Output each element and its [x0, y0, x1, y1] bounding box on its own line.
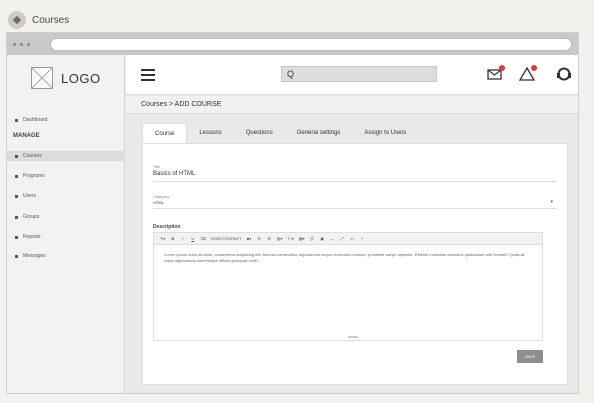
sidebar-item-messages[interactable]: Messages [15, 251, 46, 261]
tab-questions[interactable]: Questions [234, 123, 285, 143]
alert-icon[interactable] [518, 65, 537, 81]
tab-course[interactable]: Course [142, 123, 188, 143]
window-caption: Courses [8, 10, 69, 30]
table-icon[interactable]: ▦▾ [299, 235, 305, 242]
sidebar-item-programs[interactable]: Programs [15, 171, 45, 181]
sidebar-section-manage: MANAGE [13, 133, 40, 139]
category-field-underline [153, 208, 557, 209]
browser-window: LOGO Dashboard MANAGE Courses Programs U… [6, 32, 579, 394]
sidebar-item-courses[interactable]: Courses [7, 151, 125, 161]
sidebar: LOGO Dashboard MANAGE Courses Programs U… [7, 55, 125, 393]
title-field-label: Title [153, 164, 161, 169]
bold-icon[interactable]: B [170, 235, 175, 242]
magic-wand-icon[interactable]: ✎▾ [160, 235, 165, 242]
eraser-icon[interactable]: ⌫ [200, 235, 206, 242]
sidebar-item-reports[interactable]: Reports [15, 232, 41, 242]
italic-icon[interactable]: I [180, 235, 185, 242]
editor-resize-handle[interactable] [348, 336, 358, 338]
bullet-icon [15, 154, 18, 158]
text-height-icon[interactable]: T↕▾ [287, 235, 293, 242]
category-select[interactable]: HTML [153, 200, 164, 205]
tab-bar: Course Lessons Questions General setting… [142, 123, 418, 143]
unordered-list-icon[interactable]: ☰ [257, 235, 262, 242]
title-field-underline [153, 181, 557, 182]
menu-icon[interactable] [141, 69, 155, 84]
chevron-down-icon[interactable]: ▾ [550, 199, 553, 205]
address-bar[interactable] [50, 37, 572, 51]
image-icon[interactable]: ▣ [320, 235, 325, 242]
tab-assign-to-users[interactable]: Assign to Users [352, 123, 418, 143]
mail-icon[interactable] [487, 65, 505, 81]
editor-body-text[interactable]: Lorem ipsum dolor sit amet, consectetur … [154, 245, 542, 271]
help-icon[interactable]: ? [360, 235, 365, 242]
horizontal-rule-icon[interactable]: — [330, 235, 335, 242]
breadcrumb[interactable]: Courses > ADD COURSE [141, 101, 221, 108]
course-form-panel: Title Basics of HTML Category HTML ▾ Des… [142, 143, 568, 385]
save-button[interactable]: SAVE [517, 350, 543, 363]
bullet-icon [15, 118, 18, 122]
code-view-icon[interactable]: <> [350, 235, 355, 242]
sidebar-item-dashboard[interactable]: Dashboard [15, 115, 47, 125]
sidebar-item-groups[interactable]: Groups [15, 212, 39, 222]
description-label: Description [153, 224, 181, 230]
search-icon: Q [287, 69, 295, 79]
tab-lessons[interactable]: Lessons [187, 123, 233, 143]
editor-toolbar: ✎▾ B I U ⌫ ROBOTODRAFT ■▾ ☰ ☰ ▤▾ T↕▾ ▦▾ … [154, 233, 542, 245]
top-header: Q [126, 55, 578, 95]
font-family-select[interactable]: ROBOTODRAFT [211, 235, 242, 242]
bullet-icon [15, 194, 18, 198]
bullet-icon [15, 174, 18, 178]
mail-notification-badge [499, 65, 505, 71]
bullet-icon [15, 254, 18, 258]
user-profile-icon[interactable] [556, 67, 572, 81]
alert-notification-badge [531, 65, 537, 71]
logo-placeholder-icon [31, 67, 53, 89]
search-input[interactable]: Q [281, 66, 437, 82]
breadcrumb-bar: Courses > ADD COURSE [126, 96, 578, 114]
ordered-list-icon[interactable]: ☰ [267, 235, 272, 242]
browser-chrome [7, 33, 578, 55]
logo-text: LOGO [61, 70, 101, 86]
window-caption-title: Courses [32, 14, 70, 26]
text-color-icon[interactable]: ■▾ [247, 235, 252, 242]
tab-general-settings[interactable]: General settings [285, 123, 353, 143]
title-field[interactable]: Basics of HTML [153, 171, 195, 177]
paragraph-icon[interactable]: ▤▾ [277, 235, 283, 242]
sidebar-item-users[interactable]: Users [15, 191, 36, 201]
category-field-label: Category [153, 194, 170, 199]
bullet-icon [15, 215, 18, 219]
window-controls[interactable] [13, 42, 30, 46]
underline-icon[interactable]: U [190, 235, 195, 242]
fullscreen-icon[interactable]: ⤢ [340, 235, 345, 242]
description-editor[interactable]: ✎▾ B I U ⌫ ROBOTODRAFT ■▾ ☰ ☰ ▤▾ T↕▾ ▦▾ … [153, 232, 543, 341]
link-icon[interactable]: 🔗 [310, 235, 315, 242]
logo: LOGO [31, 67, 124, 89]
course-app-icon [8, 11, 26, 29]
bullet-icon [15, 235, 18, 239]
